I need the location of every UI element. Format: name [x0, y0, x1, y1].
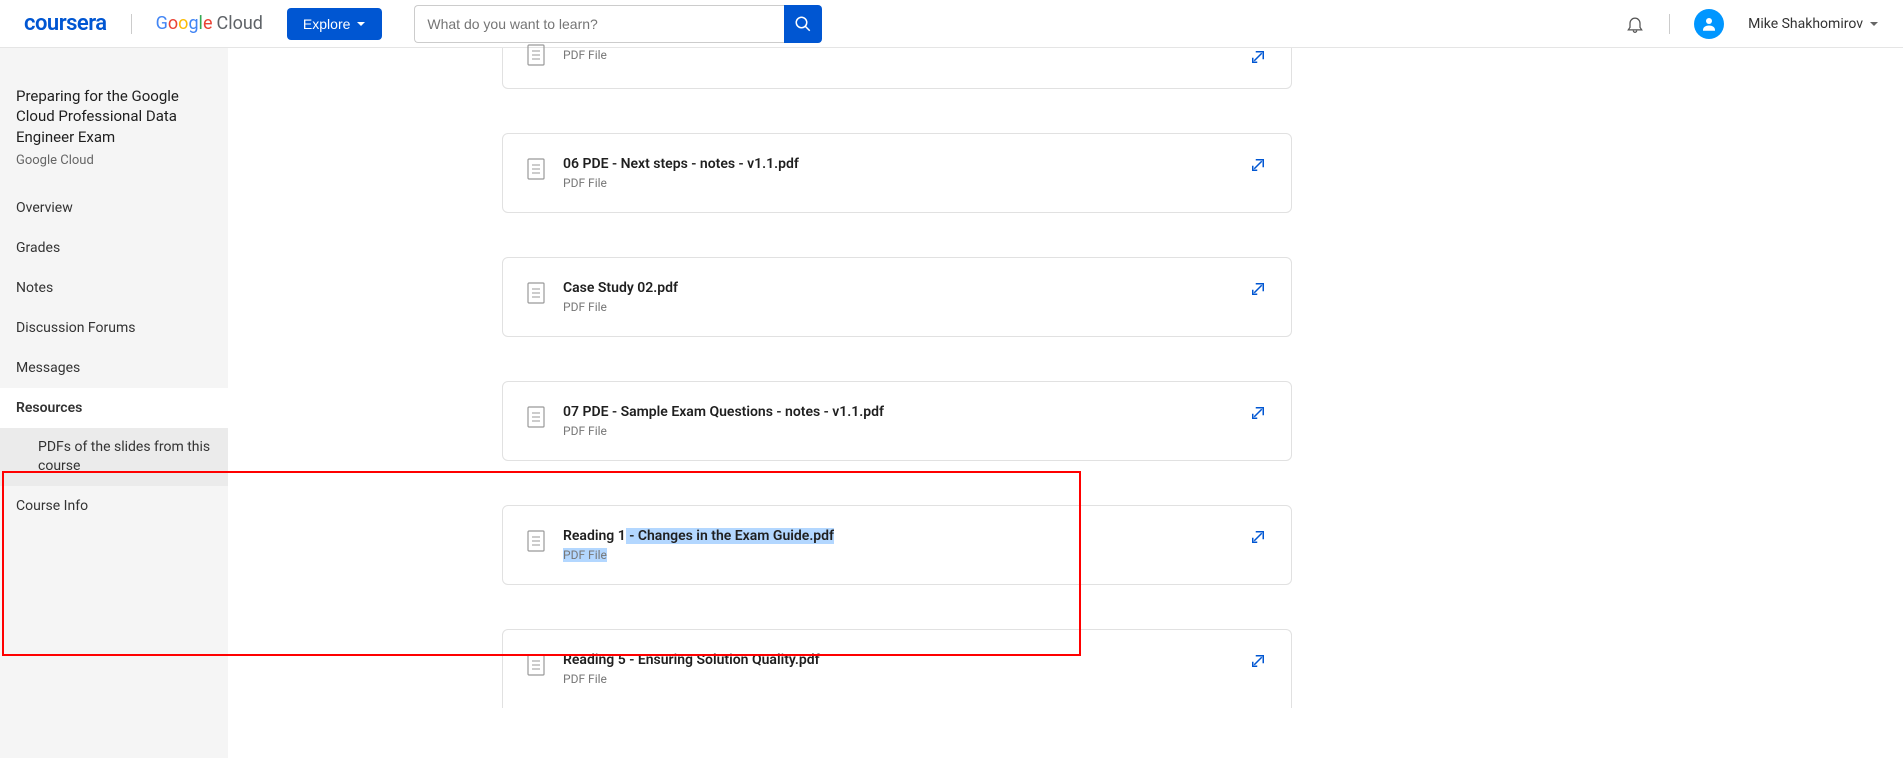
layout: Preparing for the Google Cloud Professio…: [0, 48, 1903, 758]
open-external-icon[interactable]: [1249, 528, 1267, 546]
user-menu[interactable]: Mike Shakhomirov: [1748, 16, 1879, 32]
file-type: PDF File: [563, 548, 1231, 562]
file-type: PDF File: [563, 424, 1231, 438]
file-info: 07 PDE - Sample Exam Questions - notes -…: [563, 404, 1231, 438]
course-header: Preparing for the Google Cloud Professio…: [0, 86, 228, 188]
explore-button[interactable]: Explore: [287, 8, 382, 40]
open-external-icon[interactable]: [1249, 156, 1267, 174]
file-name: Case Study 02.pdf: [563, 280, 1231, 296]
file-info: Case Study 02.pdf PDF File: [563, 280, 1231, 314]
divider: [131, 14, 132, 34]
user-name-label: Mike Shakhomirov: [1748, 16, 1863, 32]
file-name: 06 PDE - Next steps - notes - v1.1.pdf: [563, 156, 1231, 172]
file-name: 07 PDE - Sample Exam Questions - notes -…: [563, 404, 1231, 420]
search-wrap: [414, 5, 822, 43]
open-external-icon[interactable]: [1249, 652, 1267, 670]
file-card[interactable]: Reading 1 - Changes in the Exam Guide.pd…: [502, 505, 1292, 585]
open-external-icon[interactable]: [1249, 280, 1267, 298]
file-name: Reading 1 - Changes in the Exam Guide.pd…: [563, 528, 1231, 544]
file-type: PDF File: [563, 48, 1231, 62]
search-button[interactable]: [784, 5, 822, 43]
document-icon: [527, 44, 545, 66]
chevron-down-icon: [356, 19, 366, 29]
divider: [1669, 14, 1670, 34]
notifications-icon[interactable]: [1625, 14, 1645, 34]
sidebar-item-discussion-forums[interactable]: Discussion Forums: [0, 308, 228, 348]
file-card[interactable]: Case Study 02.pdf PDF File: [502, 257, 1292, 337]
file-card[interactable]: 07 PDE - Sample Exam Questions - notes -…: [502, 381, 1292, 461]
sidebar-item-notes[interactable]: Notes: [0, 268, 228, 308]
explore-label: Explore: [303, 16, 350, 32]
file-info: PDF File: [563, 48, 1231, 62]
file-name: Reading 5 - Ensuring Solution Quality.pd…: [563, 652, 1231, 668]
sidebar: Preparing for the Google Cloud Professio…: [0, 48, 228, 758]
file-card[interactable]: Reading 5 - Ensuring Solution Quality.pd…: [502, 629, 1292, 708]
user-icon: [1700, 15, 1718, 33]
sidebar-item-resources[interactable]: Resources: [0, 388, 228, 428]
main-content: PDF File06 PDE - Next steps - notes - v1…: [228, 48, 1903, 758]
course-subtitle: Google Cloud: [16, 153, 212, 168]
file-type: PDF File: [563, 300, 1231, 314]
sidebar-item-course-info[interactable]: Course Info: [0, 486, 228, 526]
coursera-logo[interactable]: coursera: [24, 11, 107, 36]
sidebar-nav: OverviewGradesNotesDiscussion ForumsMess…: [0, 188, 228, 526]
sidebar-item-grades[interactable]: Grades: [0, 228, 228, 268]
sidebar-item-overview[interactable]: Overview: [0, 188, 228, 228]
open-external-icon[interactable]: [1249, 404, 1267, 422]
search-icon: [794, 15, 812, 33]
document-icon: [527, 158, 545, 180]
avatar[interactable]: [1694, 9, 1724, 39]
header: coursera GoogleCloud Explore Mike Shakho…: [0, 0, 1903, 48]
search-input[interactable]: [414, 5, 784, 43]
document-icon: [527, 654, 545, 676]
sidebar-subitem[interactable]: PDFs of the slides from this course: [0, 428, 228, 486]
document-icon: [527, 282, 545, 304]
chevron-down-icon: [1869, 19, 1879, 29]
document-icon: [527, 530, 545, 552]
file-type: PDF File: [563, 672, 1231, 686]
file-info: Reading 5 - Ensuring Solution Quality.pd…: [563, 652, 1231, 686]
file-list: PDF File06 PDE - Next steps - notes - v1…: [502, 48, 1292, 708]
course-title[interactable]: Preparing for the Google Cloud Professio…: [16, 86, 212, 147]
document-icon: [527, 406, 545, 428]
file-type: PDF File: [563, 176, 1231, 190]
file-card[interactable]: 06 PDE - Next steps - notes - v1.1.pdf PD…: [502, 133, 1292, 213]
file-card[interactable]: PDF File: [502, 48, 1292, 89]
open-external-icon[interactable]: [1249, 48, 1267, 66]
google-cloud-logo[interactable]: GoogleCloud: [156, 13, 263, 34]
file-info: 06 PDE - Next steps - notes - v1.1.pdf PD…: [563, 156, 1231, 190]
file-info: Reading 1 - Changes in the Exam Guide.pd…: [563, 528, 1231, 562]
sidebar-item-messages[interactable]: Messages: [0, 348, 228, 388]
